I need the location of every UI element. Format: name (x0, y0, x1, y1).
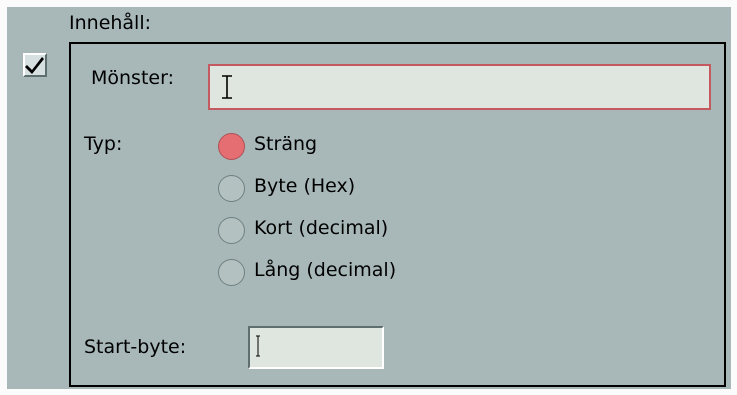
type-option-label: Kort (decimal) (254, 217, 389, 239)
type-option-short-decimal[interactable]: Kort (decimal) (218, 215, 483, 245)
checkmark-icon (25, 57, 44, 74)
radio-unselected-icon (218, 175, 245, 202)
content-enabled-checkbox[interactable] (23, 53, 47, 77)
type-option-string[interactable]: Sträng (218, 131, 483, 161)
type-option-label: Byte (Hex) (254, 175, 356, 197)
start-byte-label: Start-byte: (84, 336, 187, 358)
radio-unselected-icon (218, 217, 245, 244)
type-option-label: Lång (decimal) (254, 259, 397, 281)
section-title: Innehåll: (69, 12, 152, 34)
radio-selected-icon (218, 133, 245, 160)
radio-unselected-icon (218, 259, 245, 286)
type-option-long-decimal[interactable]: Lång (decimal) (218, 257, 483, 287)
type-label: Typ: (84, 133, 123, 155)
start-byte-input[interactable] (248, 326, 384, 369)
pattern-input[interactable] (208, 64, 711, 110)
type-option-byte-hex[interactable]: Byte (Hex) (218, 173, 483, 203)
pattern-label: Mönster: (91, 67, 174, 89)
type-option-label: Sträng (254, 133, 318, 155)
